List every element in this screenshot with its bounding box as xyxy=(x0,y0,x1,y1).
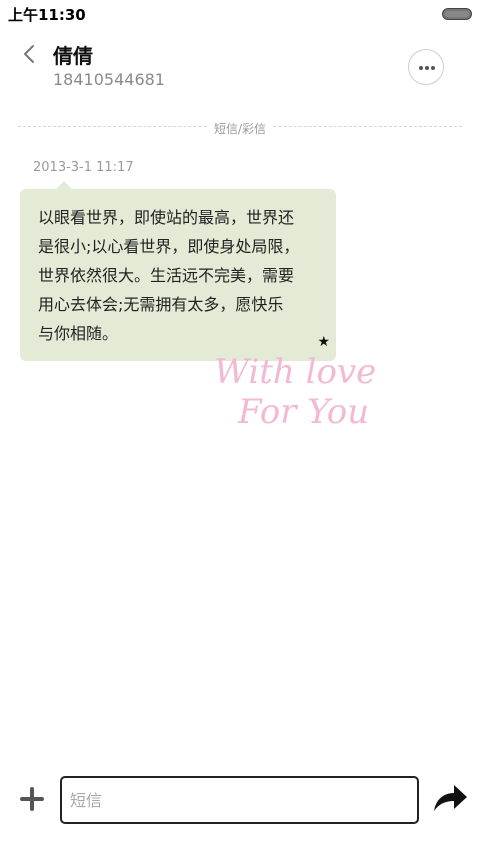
status-bar: 上午11:30 xyxy=(0,0,480,28)
conversation-screen: 上午11:30 倩倩 18410544681 短信/彩信 2013-3-1 11… xyxy=(0,0,480,853)
watermark-line-1: With love xyxy=(214,352,377,392)
send-arrow-icon xyxy=(434,785,467,811)
message-line: 是很小;以心看世界，即使身处局限， xyxy=(38,237,300,256)
contact-phone: 18410544681 xyxy=(53,70,165,89)
watermark-line-2: For You xyxy=(238,392,370,432)
contact-name: 倩倩 xyxy=(53,44,93,68)
message-input[interactable] xyxy=(60,776,419,824)
add-attachment-button[interactable] xyxy=(18,785,46,813)
more-options-button[interactable] xyxy=(408,49,444,85)
status-time: 上午11:30 xyxy=(8,6,86,24)
message-timestamp: 2013-3-1 11:17 xyxy=(33,160,134,175)
chevron-left-icon xyxy=(24,45,34,63)
message-line: 世界依然很大。生活远不完美，需要 xyxy=(38,266,295,285)
back-button[interactable] xyxy=(18,42,42,66)
divider-label: 短信/彩信 xyxy=(207,122,273,136)
send-button[interactable] xyxy=(430,781,470,815)
message-type-divider: 短信/彩信 xyxy=(0,118,480,137)
watermark: With love For You xyxy=(214,352,376,432)
message-line: 与你相随。 xyxy=(38,324,119,343)
battery-icon xyxy=(442,8,472,20)
message-line: 以眼看世界，即使站的最高，世界还 xyxy=(38,208,295,227)
message-bubble[interactable]: 以眼看世界，即使站的最高，世界还 是很小;以心看世界，即使身处局限， 世界依然很… xyxy=(20,181,336,361)
message-line: 用心去体会;无需拥有太多，愿快乐 xyxy=(38,295,284,314)
